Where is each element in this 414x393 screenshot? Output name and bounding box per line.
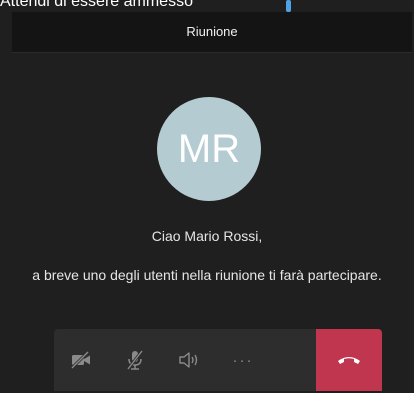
meeting-header: Riunione [12,12,412,53]
camera-off-icon [70,351,90,369]
lobby-message: a breve uno degli utenti nella riunione … [32,267,382,283]
greeting-text: Ciao Mario Rossi, [151,228,263,244]
microphone-toggle-button[interactable] [108,329,162,391]
speaker-button[interactable] [162,329,216,391]
waiting-caption: Attendi di essere ammesso [0,0,300,11]
more-options-button[interactable]: ··· [216,329,270,391]
phone-hangup-icon [338,357,360,364]
avatar: MR [157,97,261,201]
speaker-icon [179,352,198,368]
camera-toggle-button[interactable] [54,329,108,391]
call-controls-bar: ··· [54,329,382,391]
caption-cursor-marker [286,0,291,12]
more-icon: ··· [232,351,254,369]
meeting-lobby-screen: Attendi di essere ammesso Riunione MR Ci… [0,0,414,393]
microphone-off-icon [126,350,144,370]
waiting-caption-text: Attendi di essere ammesso [0,0,193,10]
hang-up-button[interactable] [316,329,382,391]
meeting-title: Riunione [186,24,238,39]
